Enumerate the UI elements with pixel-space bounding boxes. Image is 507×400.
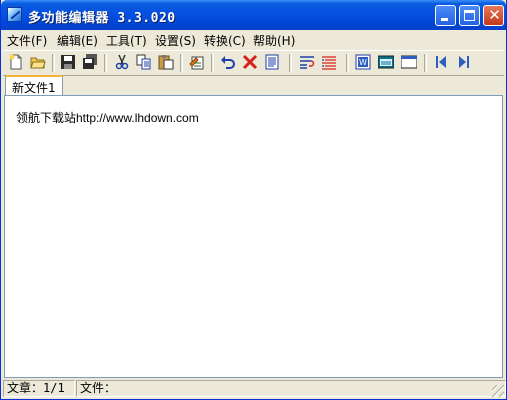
close-icon: ✕ <box>488 6 501 24</box>
copy-icon[interactable] <box>136 54 152 70</box>
app-window: 多功能编辑器 3.3.020 ✕ 文件(F) 编辑(E) 工具(T) 设置(S)… <box>0 0 507 400</box>
menu-tools[interactable]: 工具(T) <box>106 32 147 49</box>
new-file-icon[interactable] <box>8 54 24 70</box>
save-all-icon[interactable] <box>82 54 98 70</box>
maximize-button[interactable] <box>459 5 480 26</box>
text-editor[interactable]: 领航下载站http://www.lhdown.com <box>4 95 503 378</box>
align-icon[interactable] <box>321 54 337 70</box>
minimize-icon <box>441 18 448 21</box>
toolbar-separator <box>211 54 214 72</box>
close-button[interactable]: ✕ <box>483 5 504 26</box>
window-icon[interactable] <box>401 54 417 70</box>
resize-grip-icon[interactable] <box>492 385 504 397</box>
maximize-icon <box>464 10 475 21</box>
word-wrap-icon[interactable] <box>299 54 315 70</box>
svg-text:W: W <box>359 58 367 67</box>
cut-icon[interactable] <box>114 54 130 70</box>
toolbar-separator <box>289 54 292 72</box>
undo-icon[interactable] <box>220 54 236 70</box>
menu-settings[interactable]: 设置(S) <box>155 32 196 49</box>
menu-bar: 文件(F) 编辑(E) 工具(T) 设置(S) 转换(C) 帮助(H) <box>1 30 506 48</box>
toolbar-separator <box>180 54 183 72</box>
save-icon[interactable] <box>60 54 76 70</box>
minimize-button[interactable] <box>435 5 456 26</box>
status-bar: 文章：1/1 文件： <box>1 380 506 399</box>
editor-content[interactable]: 领航下载站http://www.lhdown.com <box>16 109 199 126</box>
toolbar-separator <box>104 54 107 72</box>
status-article: 文章：1/1 <box>3 380 75 397</box>
tab-label: 新文件1 <box>12 81 56 95</box>
menu-convert[interactable]: 转换(C) <box>204 32 246 49</box>
toolbar-separator <box>346 54 349 72</box>
paste-icon[interactable] <box>158 54 174 70</box>
status-file: 文件： <box>76 380 506 397</box>
document-icon[interactable] <box>264 54 280 70</box>
tab-new-file-1[interactable]: 新文件1 <box>5 75 63 95</box>
title-bar[interactable]: 多功能编辑器 3.3.020 ✕ <box>1 0 506 30</box>
export-html-icon[interactable] <box>378 54 394 70</box>
export-word-icon[interactable]: W <box>355 54 371 70</box>
window-title: 多功能编辑器 3.3.020 <box>28 11 176 26</box>
toolbar-separator <box>424 54 427 72</box>
delete-icon[interactable] <box>242 54 258 70</box>
toolbar: W <box>3 50 504 76</box>
previous-tab-icon[interactable] <box>433 54 449 70</box>
find-replace-icon[interactable] <box>189 54 205 70</box>
menu-edit[interactable]: 编辑(E) <box>57 32 98 49</box>
next-tab-icon[interactable] <box>456 54 472 70</box>
app-icon <box>7 7 22 22</box>
menu-file[interactable]: 文件(F) <box>7 32 47 49</box>
toolbar-separator <box>52 54 55 72</box>
menu-help[interactable]: 帮助(H) <box>253 32 295 49</box>
open-folder-icon[interactable] <box>30 54 46 70</box>
